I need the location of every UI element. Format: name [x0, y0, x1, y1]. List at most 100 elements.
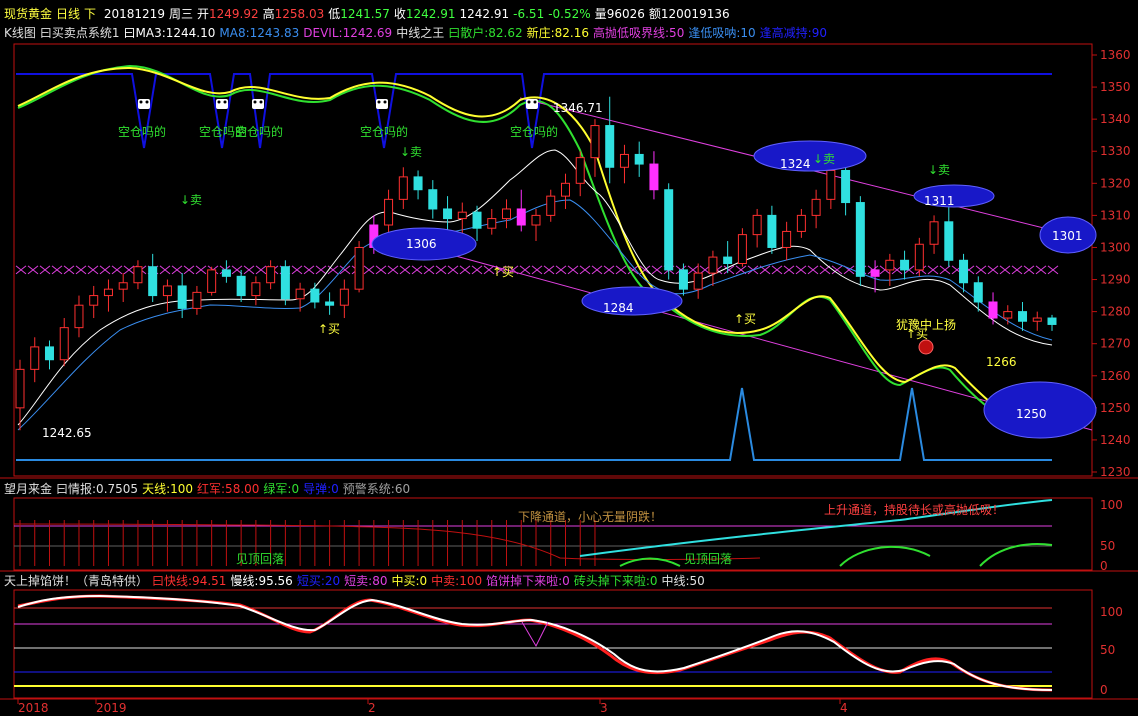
candle-body[interactable]	[723, 256, 733, 265]
candle-body[interactable]	[30, 346, 40, 370]
candle-body[interactable]	[413, 176, 423, 191]
candle-body[interactable]	[74, 304, 84, 329]
candle-body[interactable]	[988, 301, 998, 319]
p2-red-curve	[13, 523, 761, 560]
candle-body[interactable]	[678, 269, 688, 290]
candle-body[interactable]	[44, 346, 54, 361]
candle-body[interactable]	[870, 269, 880, 277]
label-1311: 1311	[924, 194, 955, 208]
candle-body[interactable]	[649, 163, 659, 191]
candle-body[interactable]	[826, 169, 836, 200]
candle-body[interactable]	[15, 368, 25, 409]
label-1250: 1250	[1016, 407, 1047, 421]
support-x-mark	[51, 265, 63, 275]
smiley-icon	[376, 99, 388, 109]
sell-signal: ↓卖	[180, 193, 202, 207]
indicator-tick-label: 100	[1100, 498, 1123, 512]
candle-body[interactable]	[944, 221, 954, 261]
candle-body[interactable]	[221, 269, 231, 277]
candle-body[interactable]	[472, 211, 482, 229]
candle-body[interactable]	[502, 208, 512, 220]
candle-body[interactable]	[1032, 317, 1042, 322]
support-x-mark	[531, 265, 543, 275]
support-x-mark	[939, 265, 951, 275]
support-x-mark	[795, 265, 807, 275]
buy-signal: ↑买	[318, 322, 340, 336]
candle-body[interactable]	[457, 211, 467, 220]
candle-body[interactable]	[207, 269, 217, 293]
candle-body[interactable]	[531, 214, 541, 226]
support-x-mark	[63, 265, 75, 275]
support-x-mark	[387, 265, 399, 275]
indicator-tick-label: 0	[1100, 683, 1108, 697]
buy-signal: ↑买	[492, 265, 514, 279]
candle-body[interactable]	[118, 282, 128, 290]
chart-canvas[interactable]: 1360 1350 1340 1330 1320 1310 1300 1290 1280 1270…	[0, 0, 1138, 716]
slow-line	[17, 594, 1053, 691]
candle-body[interactable]	[914, 243, 924, 271]
candle-body[interactable]	[133, 266, 143, 284]
candle-body[interactable]	[1047, 317, 1057, 325]
candle-body[interactable]	[89, 295, 99, 306]
candle-body[interactable]	[796, 214, 806, 232]
support-x-mark	[987, 265, 999, 275]
candle-body[interactable]	[428, 189, 438, 210]
candle-body[interactable]	[339, 288, 349, 306]
label-1324: 1324	[780, 157, 811, 171]
support-x-mark	[327, 265, 339, 275]
candle-body[interactable]	[398, 176, 408, 200]
candle-body[interactable]	[900, 259, 910, 271]
candle-body[interactable]	[737, 234, 747, 264]
candle-body[interactable]	[1018, 311, 1028, 322]
price-tick-label: 1290	[1100, 273, 1131, 287]
candle-body[interactable]	[708, 256, 718, 274]
candle-body[interactable]	[443, 208, 453, 220]
candle-body[interactable]	[959, 259, 969, 284]
support-x-mark	[363, 265, 375, 275]
up-channel-note: 上升通道，持股待长或高抛低吸！	[824, 502, 1004, 517]
candle-body[interactable]	[354, 246, 364, 290]
candle-body[interactable]	[177, 285, 187, 309]
candle-body[interactable]	[516, 208, 526, 226]
candle-body[interactable]	[811, 198, 821, 216]
candle-body[interactable]	[693, 272, 703, 290]
candle-body[interactable]	[929, 221, 939, 245]
support-x-mark	[615, 265, 627, 275]
candle-body[interactable]	[973, 282, 983, 303]
candle-body[interactable]	[251, 282, 261, 297]
candle-body[interactable]	[664, 189, 674, 271]
price-axis: 1360 1350 1340 1330 1320 1310 1300 1290 1280 1270…	[1092, 48, 1131, 697]
candle-body[interactable]	[841, 169, 851, 204]
sell-signal: ↓卖	[813, 152, 835, 166]
candle-body[interactable]	[103, 288, 113, 297]
candle-body[interactable]	[59, 327, 69, 361]
candle-body[interactable]	[162, 285, 172, 297]
candle-body[interactable]	[310, 288, 320, 303]
candle-body[interactable]	[384, 198, 394, 226]
candle-body[interactable]	[605, 125, 615, 168]
support-x-mark	[399, 265, 411, 275]
candle-body[interactable]	[885, 259, 895, 271]
candle-body[interactable]	[1003, 311, 1013, 319]
candle-body[interactable]	[546, 195, 556, 216]
candle-body[interactable]	[782, 230, 792, 248]
candle-body[interactable]	[752, 214, 762, 236]
candle-body[interactable]	[590, 125, 600, 159]
candle-body[interactable]	[266, 266, 276, 284]
candle-body[interactable]	[619, 153, 629, 168]
candle-body[interactable]	[560, 182, 570, 197]
candle-body[interactable]	[148, 266, 158, 297]
candle-body[interactable]	[325, 301, 335, 306]
candle-body[interactable]	[236, 275, 246, 297]
candle-body[interactable]	[767, 214, 777, 248]
candle-body[interactable]	[855, 202, 865, 277]
time-tick-label: 3	[600, 701, 608, 715]
candle-body[interactable]	[634, 153, 644, 165]
candle-body[interactable]	[487, 218, 497, 229]
candle-body[interactable]	[192, 291, 202, 309]
candle-body[interactable]	[295, 288, 305, 300]
candle-body[interactable]	[280, 266, 290, 300]
kong-label: 空仓吗的	[510, 124, 558, 139]
candle-body[interactable]	[575, 157, 585, 184]
kong-label: 空仓吗的	[118, 124, 166, 139]
